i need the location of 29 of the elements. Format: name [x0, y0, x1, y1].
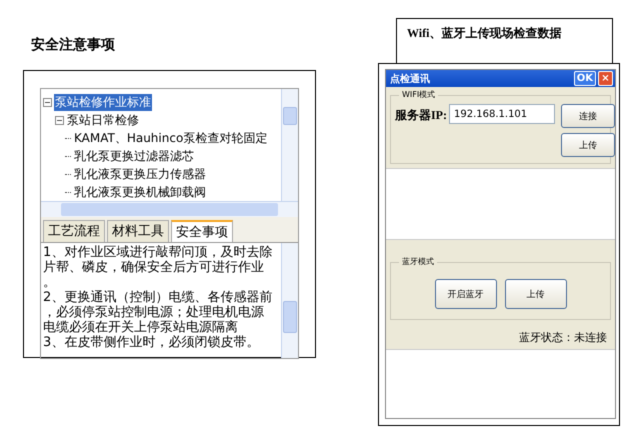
tree-item[interactable]: 乳化液泵更换压力传感器 [73, 166, 207, 182]
tree-item[interactable]: 泵站检修作业标准 [54, 94, 152, 110]
collapse-icon[interactable] [55, 116, 64, 124]
dialog-button[interactable]: 上传 [504, 279, 566, 309]
bluetooth-status: 蓝牙状态：未连接 [518, 330, 608, 346]
collapse-icon[interactable] [43, 98, 52, 106]
window-title: 点检通讯 [390, 72, 431, 86]
dialog-button[interactable]: 连接 [561, 104, 615, 128]
tab[interactable]: 材料工具 [107, 220, 169, 242]
group-legend: WIFI模式 [399, 89, 438, 100]
tree-item[interactable]: 泵站日常检修 [66, 112, 140, 128]
tab[interactable]: 安全事项 [171, 220, 233, 242]
group-legend: 蓝牙模式 [399, 256, 437, 267]
section-heading: 安全注意事项 [31, 36, 116, 55]
tree-item[interactable]: 乳化泵更换过滤器滤芯 [73, 148, 195, 164]
ok-button[interactable]: OK [574, 71, 596, 86]
vertical-scrollbar[interactable] [281, 89, 298, 201]
close-button[interactable]: × [598, 71, 613, 86]
horizontal-scrollbar[interactable] [41, 201, 298, 217]
server-ip-label: 服务器IP: [395, 107, 447, 124]
caption-text: Wifi、蓝牙上传现场检查数据 [396, 18, 613, 63]
tree-item[interactable]: 乳化液泵更换机械卸载阀 [73, 184, 207, 200]
safety-notes-text: 1、对作业区域进行敲帮问顶，及时去除 片帮、磷皮，确保安全后方可进行作业 。 2、更换通讯（控制）电缆、各传感器前 ，必须停泵站控制电源；处理电机电源 电缆必须在开关上停泵站电源隔离 3、在皮带侧作业时，必须闭锁皮带。 [42, 244, 274, 352]
dialog-button[interactable]: 上传 [561, 133, 615, 157]
tree-item[interactable]: KAMAT、Hauhinco泵检查对轮固定 [73, 130, 268, 146]
vertical-scrollbar[interactable] [281, 243, 298, 358]
tab[interactable]: 工艺流程 [43, 220, 105, 242]
dialog-button[interactable]: 开启蓝牙 [434, 279, 496, 309]
ip-input-field[interactable]: 192.168.1.101 [449, 104, 555, 124]
